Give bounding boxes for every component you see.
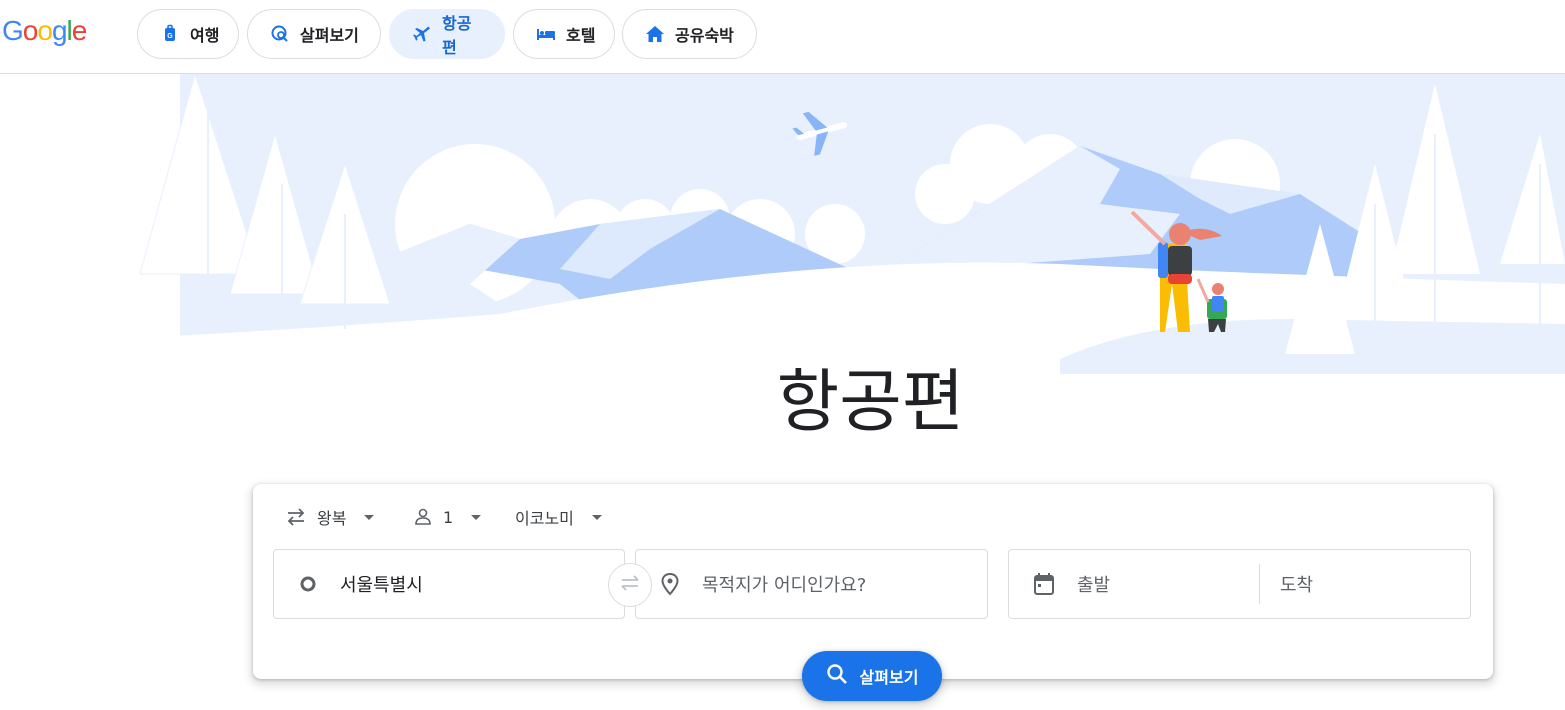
chevron-down-icon (471, 514, 482, 520)
destination-field[interactable]: 목적지가 어디인가요? (635, 549, 988, 619)
mountain-illustration (0, 74, 1565, 374)
swap-locations-button[interactable] (608, 563, 652, 607)
location-pin-icon (660, 572, 680, 596)
logo-letter: o (37, 15, 53, 46)
explore-button[interactable]: 살펴보기 (802, 651, 942, 701)
google-logo[interactable]: Google (2, 15, 88, 47)
tab-explore[interactable]: 살펴보기 (247, 9, 381, 59)
return-date-input[interactable]: 도착 (1280, 571, 1313, 597)
origin-circle-icon (298, 574, 318, 594)
trip-type-value: 왕복 (317, 509, 347, 528)
bed-icon (536, 24, 556, 44)
depart-date-input[interactable]: 출발 (1077, 571, 1110, 597)
passenger-select[interactable]: 1 (413, 504, 482, 530)
swap-arrows-icon (285, 507, 307, 527)
explore-button-label: 살펴보기 (859, 668, 919, 687)
date-divider (1259, 564, 1260, 604)
tab-label: 항공편 (442, 14, 472, 57)
person-icon (413, 507, 433, 527)
page-title: 항공편 (776, 363, 965, 442)
cabin-class-select[interactable]: 이코노미 (515, 504, 602, 530)
search-icon (826, 663, 848, 689)
tab-vacation-rentals[interactable]: 공유숙박 (622, 9, 757, 59)
trip-type-select[interactable]: 왕복 (285, 504, 375, 530)
tab-label: 호텔 (566, 26, 596, 45)
logo-letter: g (51, 15, 68, 46)
swap-arrows-icon (618, 573, 642, 597)
logo-letter: o (22, 15, 39, 46)
origin-value: 서울특별시 (340, 575, 423, 596)
top-navigation-bar: Google G 여행 살펴보기 항공편 호텔 공유숙박 (0, 0, 1565, 74)
plane-icon (412, 24, 432, 44)
tab-flights[interactable]: 항공편 (389, 9, 505, 59)
explore-icon (270, 24, 290, 44)
chevron-down-icon (364, 514, 375, 520)
destination-placeholder: 목적지가 어디인가요? (702, 575, 867, 596)
tab-hotels[interactable]: 호텔 (513, 9, 615, 59)
tab-label: 공유숙박 (675, 26, 734, 45)
origin-field[interactable]: 서울특별시 (273, 549, 625, 619)
hero-illustration (0, 74, 1565, 374)
chevron-down-icon (591, 514, 602, 520)
svg-text:G: G (167, 33, 173, 40)
tab-label: 살펴보기 (300, 26, 359, 45)
calendar-icon (1033, 572, 1055, 596)
logo-letter: e (71, 15, 88, 46)
tab-travel[interactable]: G 여행 (137, 9, 239, 59)
flight-search-card: 왕복 1 이코노미 서울특별시 목적지가 어디인가요? 출발 도착 살펴보기 (253, 484, 1493, 701)
date-range-field[interactable]: 출발 도착 (1008, 549, 1471, 619)
cabin-class-value: 이코노미 (515, 509, 574, 528)
home-icon (645, 24, 665, 44)
passenger-count: 1 (443, 507, 454, 527)
logo-letter: G (2, 15, 24, 46)
tab-label: 여행 (190, 26, 220, 45)
suitcase-icon: G (160, 24, 180, 44)
